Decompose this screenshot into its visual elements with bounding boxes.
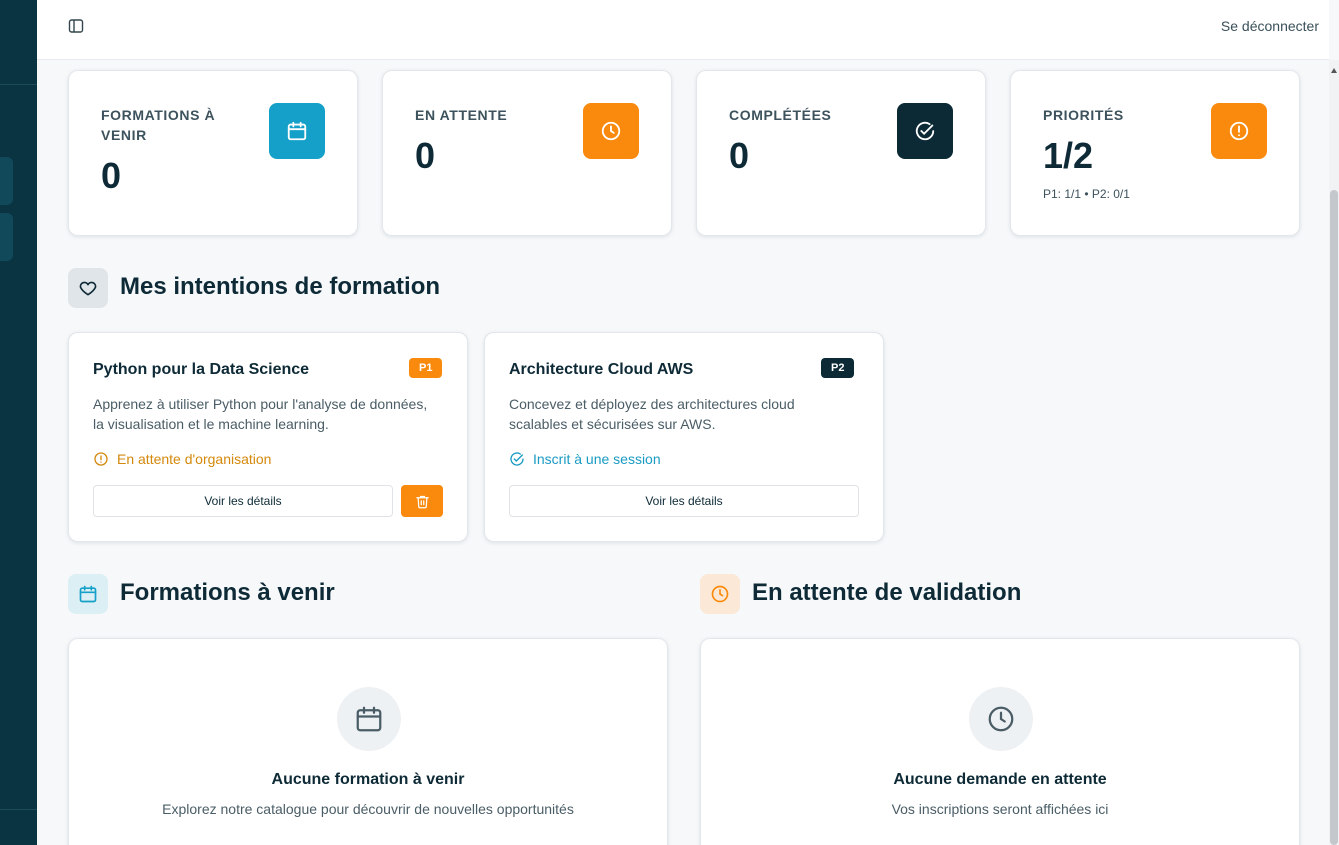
empty-state-upcoming: Aucune formation à venir Explorez notre … bbox=[68, 638, 668, 845]
section-title-pending: En attente de validation bbox=[752, 579, 1022, 606]
calendar-icon bbox=[269, 103, 325, 159]
stat-card-upcoming: FORMATIONS À VENIR 0 bbox=[68, 70, 358, 236]
stat-value: 0 bbox=[101, 155, 122, 196]
stat-card-priorities: PRIORITÉS 1/2 P1: 1/1 • P2: 0/1 bbox=[1010, 70, 1300, 236]
stat-label: FORMATIONS À VENIR bbox=[101, 107, 216, 143]
empty-state-subtitle: Explorez notre catalogue pour découvrir … bbox=[162, 801, 574, 817]
stat-label: EN ATTENTE bbox=[415, 107, 508, 123]
stat-label: COMPLÉTÉES bbox=[729, 107, 832, 123]
intention-description: Concevez et déployez des architectures c… bbox=[509, 396, 795, 432]
priority-badge: P2 bbox=[821, 358, 855, 378]
calendar-icon bbox=[68, 574, 108, 614]
sidebar-divider bbox=[0, 84, 37, 85]
clock-icon bbox=[583, 103, 639, 159]
check-circle-icon bbox=[897, 103, 953, 159]
intention-status-label: Inscrit à une session bbox=[533, 451, 661, 467]
priority-badge: P1 bbox=[409, 358, 443, 378]
heart-icon bbox=[68, 268, 108, 308]
intention-description: Apprenez à utiliser Python pour l'analys… bbox=[93, 396, 428, 432]
details-button[interactable]: Voir les détails bbox=[509, 485, 859, 517]
empty-state-title: Aucune formation à venir bbox=[271, 771, 465, 788]
intention-card: Architecture Cloud AWS P2 Concevez et dé… bbox=[484, 332, 884, 542]
sidebar-nav-item[interactable] bbox=[0, 157, 13, 205]
alert-circle-icon bbox=[1211, 103, 1267, 159]
intention-status: Inscrit à une session bbox=[509, 451, 661, 467]
trash-icon bbox=[415, 494, 430, 509]
empty-state-title: Aucune demande en attente bbox=[893, 771, 1107, 788]
calendar-icon bbox=[337, 687, 401, 751]
clock-icon bbox=[969, 687, 1033, 751]
section-title-upcoming: Formations à venir bbox=[120, 579, 335, 606]
stat-subtext: P1: 1/1 • P2: 0/1 bbox=[1043, 187, 1130, 201]
sidebar-divider bbox=[0, 809, 37, 810]
clock-icon bbox=[700, 574, 740, 614]
empty-state-pending: Aucune demande en attente Vos inscriptio… bbox=[700, 638, 1300, 845]
scrollbar-thumb[interactable] bbox=[1330, 190, 1338, 845]
details-button[interactable]: Voir les détails bbox=[93, 485, 393, 517]
stat-label: PRIORITÉS bbox=[1043, 107, 1124, 123]
intention-title: Python pour la Data Science bbox=[93, 361, 310, 378]
delete-button[interactable] bbox=[401, 485, 443, 517]
check-circle-icon bbox=[509, 451, 525, 467]
scrollbar[interactable] bbox=[1329, 60, 1339, 845]
logout-link[interactable]: Se déconnecter bbox=[1221, 18, 1319, 34]
alert-circle-icon bbox=[93, 451, 109, 467]
intention-status-label: En attente d'organisation bbox=[117, 451, 272, 467]
intention-card: Python pour la Data Science P1 Apprenez … bbox=[68, 332, 468, 542]
sidebar-nav-item[interactable] bbox=[0, 213, 13, 261]
empty-state-subtitle: Vos inscriptions seront affichées ici bbox=[891, 801, 1109, 817]
stat-value: 0 bbox=[415, 135, 436, 176]
sidebar-toggle-icon[interactable] bbox=[67, 17, 85, 35]
stat-card-pending: EN ATTENTE 0 bbox=[382, 70, 672, 236]
intention-status: En attente d'organisation bbox=[93, 451, 271, 467]
stat-value: 1/2 bbox=[1043, 135, 1094, 176]
topbar: Se déconnecter bbox=[37, 0, 1329, 60]
sidebar bbox=[0, 0, 37, 845]
section-title-intentions: Mes intentions de formation bbox=[120, 273, 441, 300]
stat-card-completed: COMPLÉTÉES 0 bbox=[696, 70, 986, 236]
intention-title: Architecture Cloud AWS bbox=[509, 361, 694, 378]
stat-value: 0 bbox=[729, 135, 750, 176]
scroll-up-icon[interactable] bbox=[1331, 68, 1337, 73]
